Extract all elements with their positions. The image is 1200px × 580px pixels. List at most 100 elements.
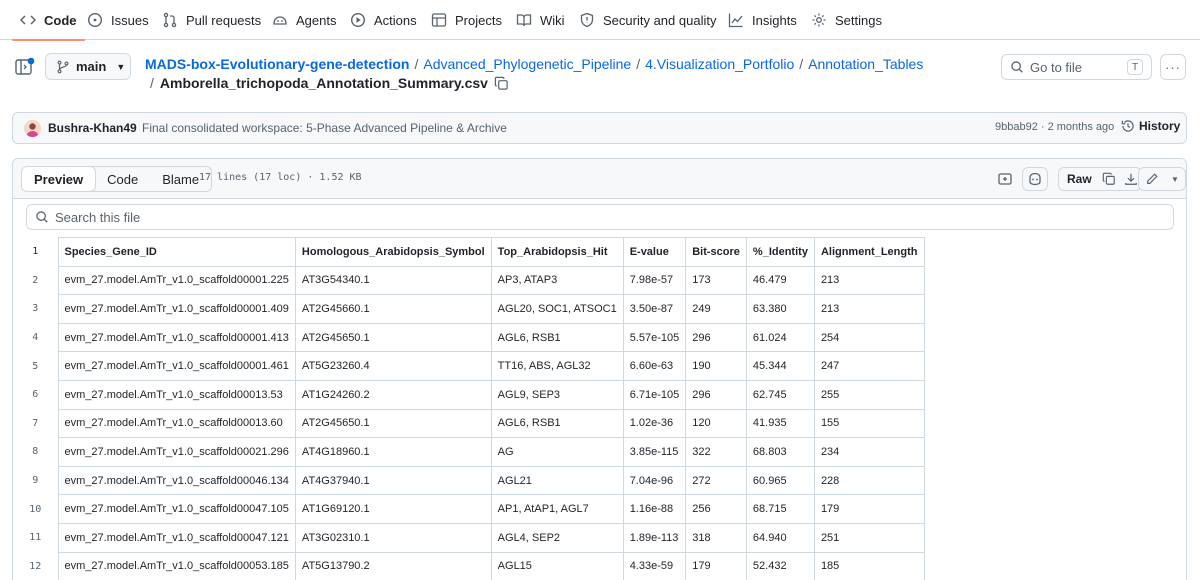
tab-agents[interactable]: Agents	[272, 0, 336, 40]
copy-icon[interactable]	[1102, 172, 1116, 186]
copilot-file-button[interactable]	[993, 167, 1017, 191]
table-cell: 254	[813, 322, 925, 353]
go-to-file-input[interactable]: Go to file T	[1001, 54, 1152, 80]
pencil-icon[interactable]	[1145, 172, 1159, 186]
shield-icon	[580, 12, 594, 28]
avatar[interactable]	[24, 120, 41, 137]
table-cell: 63.380	[745, 294, 815, 324]
copilot-icon	[1029, 172, 1041, 186]
table-cell: AT5G13790.2	[294, 551, 492, 580]
tab-wiki[interactable]: Wiki	[516, 0, 565, 40]
breadcrumb-repo[interactable]: MADS-box-Evolutionary-gene-detection	[145, 56, 409, 72]
table-cell: 272	[685, 465, 747, 496]
commit-sha-time[interactable]: 9bbab92 · 2 months ago	[995, 121, 1114, 133]
copy-path-icon[interactable]	[494, 76, 509, 91]
table-cell: 7.98e-57	[622, 265, 687, 296]
column-header: E-value	[622, 237, 687, 267]
line-number[interactable]: 8	[13, 438, 58, 467]
tab-pull-requests[interactable]: Pull requests	[162, 0, 261, 40]
table-row: 3 evm_27.model.AmTr_v1.0_scaffold00001.40…	[13, 294, 925, 324]
table-cell: 322	[685, 437, 747, 467]
line-number[interactable]: 6	[13, 380, 58, 409]
table-cell: 179	[685, 551, 747, 580]
line-number[interactable]: 5	[13, 352, 58, 381]
csv-table: 1 Species_Gene_ID Homologous_Arabidopsis…	[13, 237, 925, 580]
table-cell: AGL6, RSB1	[490, 408, 624, 439]
history-icon	[1121, 120, 1134, 132]
tab-label: Projects	[455, 12, 502, 28]
copilot-button[interactable]	[1022, 167, 1048, 191]
line-number[interactable]: 11	[13, 523, 58, 552]
line-number[interactable]: 7	[13, 409, 58, 438]
line-number[interactable]: 9	[13, 466, 58, 495]
breadcrumb-dir[interactable]: 4.Visualization_Portfolio	[645, 56, 794, 72]
download-icon[interactable]	[1124, 172, 1138, 186]
table-cell: AT1G69120.1	[294, 494, 492, 524]
tab-insights[interactable]: Insights	[728, 0, 797, 40]
table-cell: AP3, ATAP3	[490, 265, 624, 296]
keyboard-shortcut: T	[1127, 59, 1143, 75]
table-cell: 155	[813, 408, 925, 439]
tab-settings[interactable]: Settings	[811, 0, 882, 40]
sidebar-expand-icon[interactable]	[14, 56, 36, 78]
caret-down-icon[interactable]: ▼	[1171, 175, 1179, 184]
commit-message[interactable]: Final consolidated workspace: 5-Phase Ad…	[142, 121, 507, 135]
tab-code[interactable]: Code	[12, 0, 84, 41]
table-cell: evm_27.model.AmTr_v1.0_scaffold00001.413	[57, 322, 296, 353]
tab-issues[interactable]: Issues	[87, 0, 149, 40]
table-cell: 1.02e-36	[622, 408, 687, 439]
table-cell: AT1G24260.2	[294, 379, 492, 410]
tab-label: Pull requests	[186, 12, 262, 28]
code-tab[interactable]: Code	[95, 167, 150, 191]
raw-button[interactable]: Raw	[1059, 172, 1100, 186]
preview-tab[interactable]: Preview	[22, 167, 97, 191]
tab-label: Settings	[835, 12, 882, 28]
graph-icon	[728, 13, 743, 28]
tab-actions[interactable]: Actions	[350, 0, 417, 40]
search-file-input[interactable]: Search this file	[26, 204, 1174, 230]
latest-commit-bar: Bushra-Khan49 Final consolidated workspa…	[12, 112, 1187, 144]
table-row: 8 evm_27.model.AmTr_v1.0_scaffold00021.29…	[13, 437, 925, 467]
table-cell: 296	[685, 322, 747, 353]
breadcrumb-separator: /	[414, 56, 419, 72]
table-cell: 249	[685, 294, 747, 324]
table-cell: 179	[813, 494, 925, 524]
table-cell: 60.965	[745, 465, 815, 496]
history-button[interactable]: History	[1121, 119, 1180, 133]
line-number[interactable]: 10	[13, 495, 58, 524]
table-cell: AT5G23260.4	[294, 351, 492, 381]
line-number[interactable]: 2	[13, 266, 58, 295]
tab-security[interactable]: Security and quality	[579, 0, 716, 40]
table-cell: 173	[685, 265, 747, 296]
table-cell: 3.50e-87	[622, 294, 687, 324]
table-cell: AT3G02310.1	[294, 522, 492, 553]
commit-author[interactable]: Bushra-Khan49	[48, 121, 137, 135]
table-cell: AT3G54340.1	[294, 265, 492, 296]
table-cell: AGL15	[490, 551, 624, 580]
avatar-image	[24, 120, 41, 137]
table-cell: 7.04e-96	[622, 465, 687, 496]
file-meta: 17 lines (17 loc) · 1.52 KB	[199, 172, 362, 183]
line-number[interactable]: 1	[13, 238, 58, 267]
tab-label: Code	[44, 12, 77, 28]
table-cell: 213	[813, 265, 925, 296]
more-options-button[interactable]: ···	[1160, 54, 1186, 80]
tab-projects[interactable]: Projects	[431, 0, 502, 40]
column-header: Top_Arabidopsis_Hit	[490, 237, 624, 267]
tab-label: Agents	[296, 12, 337, 28]
table-cell: 62.745	[745, 379, 815, 410]
caret-down-icon: ▼	[116, 61, 126, 72]
breadcrumb-dir[interactable]: Annotation_Tables	[808, 56, 923, 72]
breadcrumb-file-line: / Amborella_trichopoda_Annotation_Summar…	[150, 75, 509, 91]
line-number[interactable]: 12	[13, 552, 58, 580]
table-cell: evm_27.model.AmTr_v1.0_scaffold00013.53	[57, 379, 296, 410]
breadcrumb-separator: /	[150, 75, 154, 91]
table-row: 4 evm_27.model.AmTr_v1.0_scaffold00001.41…	[13, 322, 925, 353]
breadcrumb: MADS-box-Evolutionary-gene-detection / Adv…	[145, 54, 923, 75]
line-number[interactable]: 4	[13, 323, 58, 352]
breadcrumb-dir[interactable]: Advanced_Phylogenetic_Pipeline	[423, 56, 631, 72]
view-mode-toggle: Preview Code Blame	[21, 166, 213, 192]
line-number[interactable]: 3	[13, 295, 58, 324]
issue-icon	[87, 12, 103, 28]
branch-selector[interactable]: main ▼	[45, 53, 131, 80]
